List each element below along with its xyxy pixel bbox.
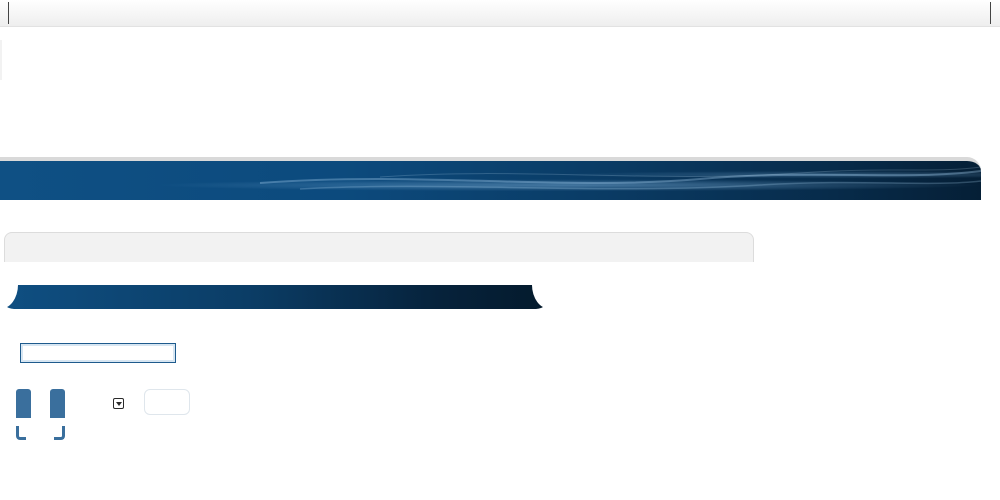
toolbar-right-divider bbox=[990, 2, 991, 24]
toolbar-left-divider bbox=[8, 2, 9, 24]
left-edge-marker bbox=[0, 40, 2, 80]
toggle-button-group bbox=[16, 389, 66, 441]
toggle-right-button[interactable] bbox=[50, 389, 65, 418]
section-header-bar bbox=[0, 285, 550, 309]
section-bar-left-corner bbox=[0, 285, 18, 309]
small-option-box[interactable] bbox=[144, 389, 190, 415]
toggle-left-button[interactable] bbox=[16, 389, 31, 418]
chevron-down-icon[interactable] bbox=[113, 398, 124, 409]
bracket-gap bbox=[26, 437, 54, 441]
text-input-field[interactable] bbox=[20, 343, 176, 363]
top-toolbar bbox=[0, 0, 1000, 27]
banner-wave-decoration bbox=[259, 166, 981, 190]
header-banner bbox=[0, 157, 981, 200]
section-bar-right-corner bbox=[532, 285, 550, 309]
tab-strip-panel bbox=[4, 232, 754, 262]
